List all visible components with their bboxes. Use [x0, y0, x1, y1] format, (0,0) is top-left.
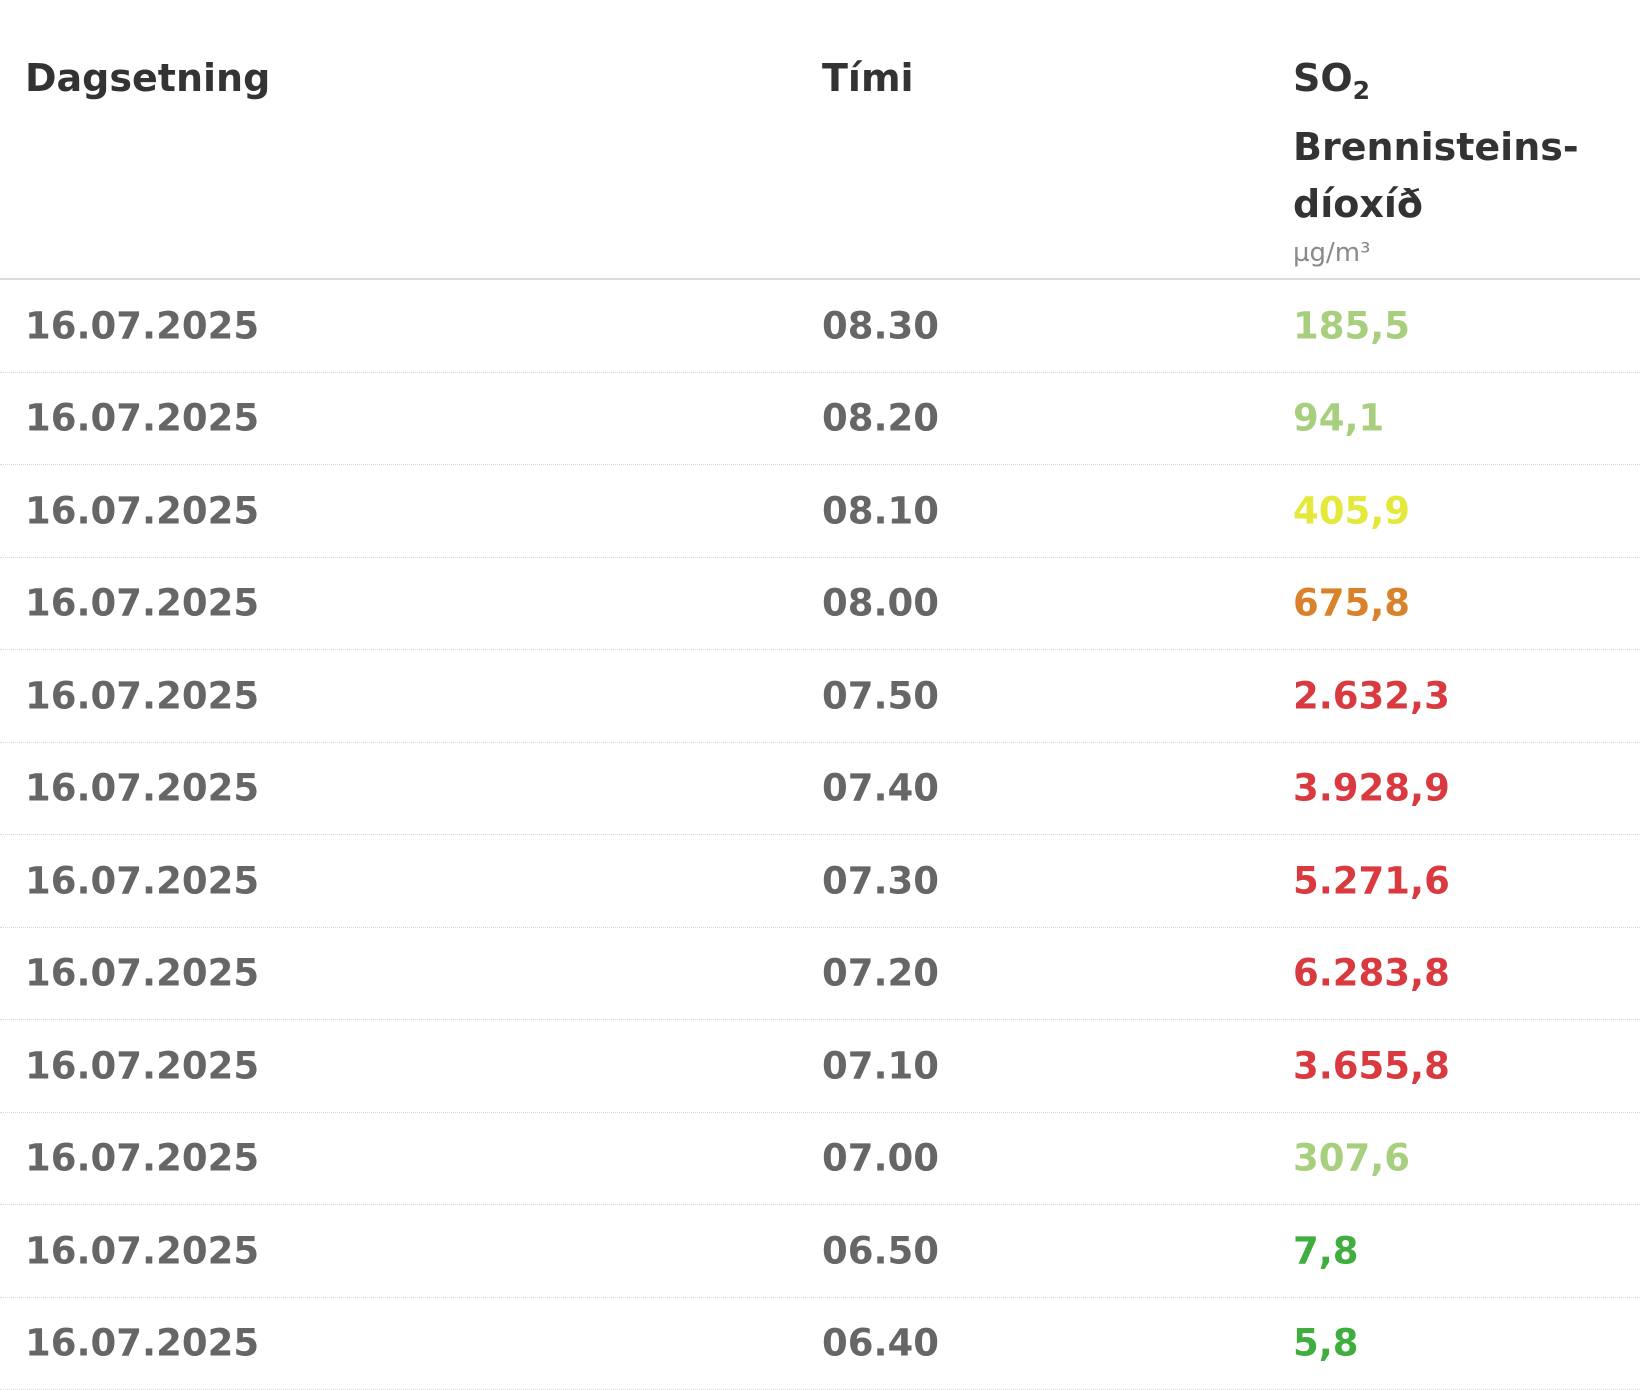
row-time: 08.20 [822, 397, 939, 440]
table-row: 16.07.2025 07.50 2.632,3 [0, 650, 1640, 743]
so2-name-line1: Brennisteins- [1293, 119, 1579, 176]
row-date: 16.07.2025 [25, 304, 259, 347]
column-header-time: Tími [822, 50, 914, 107]
so2-unit: µg/m³ [1293, 233, 1579, 273]
so2-symbol: SO [1293, 56, 1353, 100]
so2-measurements-table: Dagsetning Tími SO2 Brennisteins- díoxíð… [0, 0, 1640, 1390]
row-so2-value: 3.655,8 [1293, 1044, 1450, 1087]
so2-name-line2: díoxíð [1293, 176, 1579, 233]
table-row: 16.07.2025 07.40 3.928,9 [0, 743, 1640, 836]
table-row: 16.07.2025 07.30 5.271,6 [0, 835, 1640, 928]
row-date: 16.07.2025 [25, 582, 259, 625]
table-row: 16.07.2025 07.10 3.655,8 [0, 1020, 1640, 1113]
row-so2-value: 3.928,9 [1293, 767, 1450, 810]
row-so2-value: 94,1 [1293, 397, 1384, 440]
row-so2-value: 7,8 [1293, 1229, 1359, 1272]
row-so2-value: 675,8 [1293, 582, 1410, 625]
row-time: 06.40 [822, 1322, 939, 1365]
table-row: 16.07.2025 08.10 405,9 [0, 465, 1640, 558]
row-date: 16.07.2025 [25, 489, 259, 532]
column-header-so2: SO2 Brennisteins- díoxíð µg/m³ [1293, 50, 1579, 273]
row-time: 07.40 [822, 767, 939, 810]
row-so2-value: 5,8 [1293, 1322, 1359, 1365]
table-row: 16.07.2025 08.00 675,8 [0, 558, 1640, 651]
row-date: 16.07.2025 [25, 674, 259, 717]
table-header: Dagsetning Tími SO2 Brennisteins- díoxíð… [0, 0, 1640, 280]
row-time: 07.10 [822, 1044, 939, 1087]
row-time: 06.50 [822, 1229, 939, 1272]
row-time: 07.20 [822, 952, 939, 995]
column-header-date: Dagsetning [25, 50, 270, 107]
row-date: 16.07.2025 [25, 859, 259, 902]
table-row: 16.07.2025 06.50 7,8 [0, 1205, 1640, 1298]
row-date: 16.07.2025 [25, 1229, 259, 1272]
row-date: 16.07.2025 [25, 767, 259, 810]
table-row: 16.07.2025 08.20 94,1 [0, 373, 1640, 466]
row-date: 16.07.2025 [25, 1137, 259, 1180]
so2-formula: SO2 [1293, 50, 1579, 119]
row-so2-value: 2.632,3 [1293, 674, 1450, 717]
table-row: 16.07.2025 07.00 307,6 [0, 1113, 1640, 1206]
row-date: 16.07.2025 [25, 1322, 259, 1365]
row-time: 07.30 [822, 859, 939, 902]
row-so2-value: 307,6 [1293, 1137, 1410, 1180]
table-row: 16.07.2025 07.20 6.283,8 [0, 928, 1640, 1021]
row-time: 08.30 [822, 304, 939, 347]
row-so2-value: 6.283,8 [1293, 952, 1450, 995]
row-date: 16.07.2025 [25, 952, 259, 995]
row-date: 16.07.2025 [25, 397, 259, 440]
row-time: 07.00 [822, 1137, 939, 1180]
so2-subscript: 2 [1353, 76, 1370, 105]
row-date: 16.07.2025 [25, 1044, 259, 1087]
table-row: 16.07.2025 06.40 5,8 [0, 1298, 1640, 1390]
row-time: 08.00 [822, 582, 939, 625]
row-time: 07.50 [822, 674, 939, 717]
table-body: 16.07.202508.30185,516.07.202508.2094,11… [0, 280, 1640, 1390]
row-so2-value: 405,9 [1293, 489, 1410, 532]
row-so2-value: 5.271,6 [1293, 859, 1450, 902]
row-time: 08.10 [822, 489, 939, 532]
row-so2-value: 185,5 [1293, 304, 1410, 347]
table-row: 16.07.2025 08.30 185,5 [0, 280, 1640, 373]
